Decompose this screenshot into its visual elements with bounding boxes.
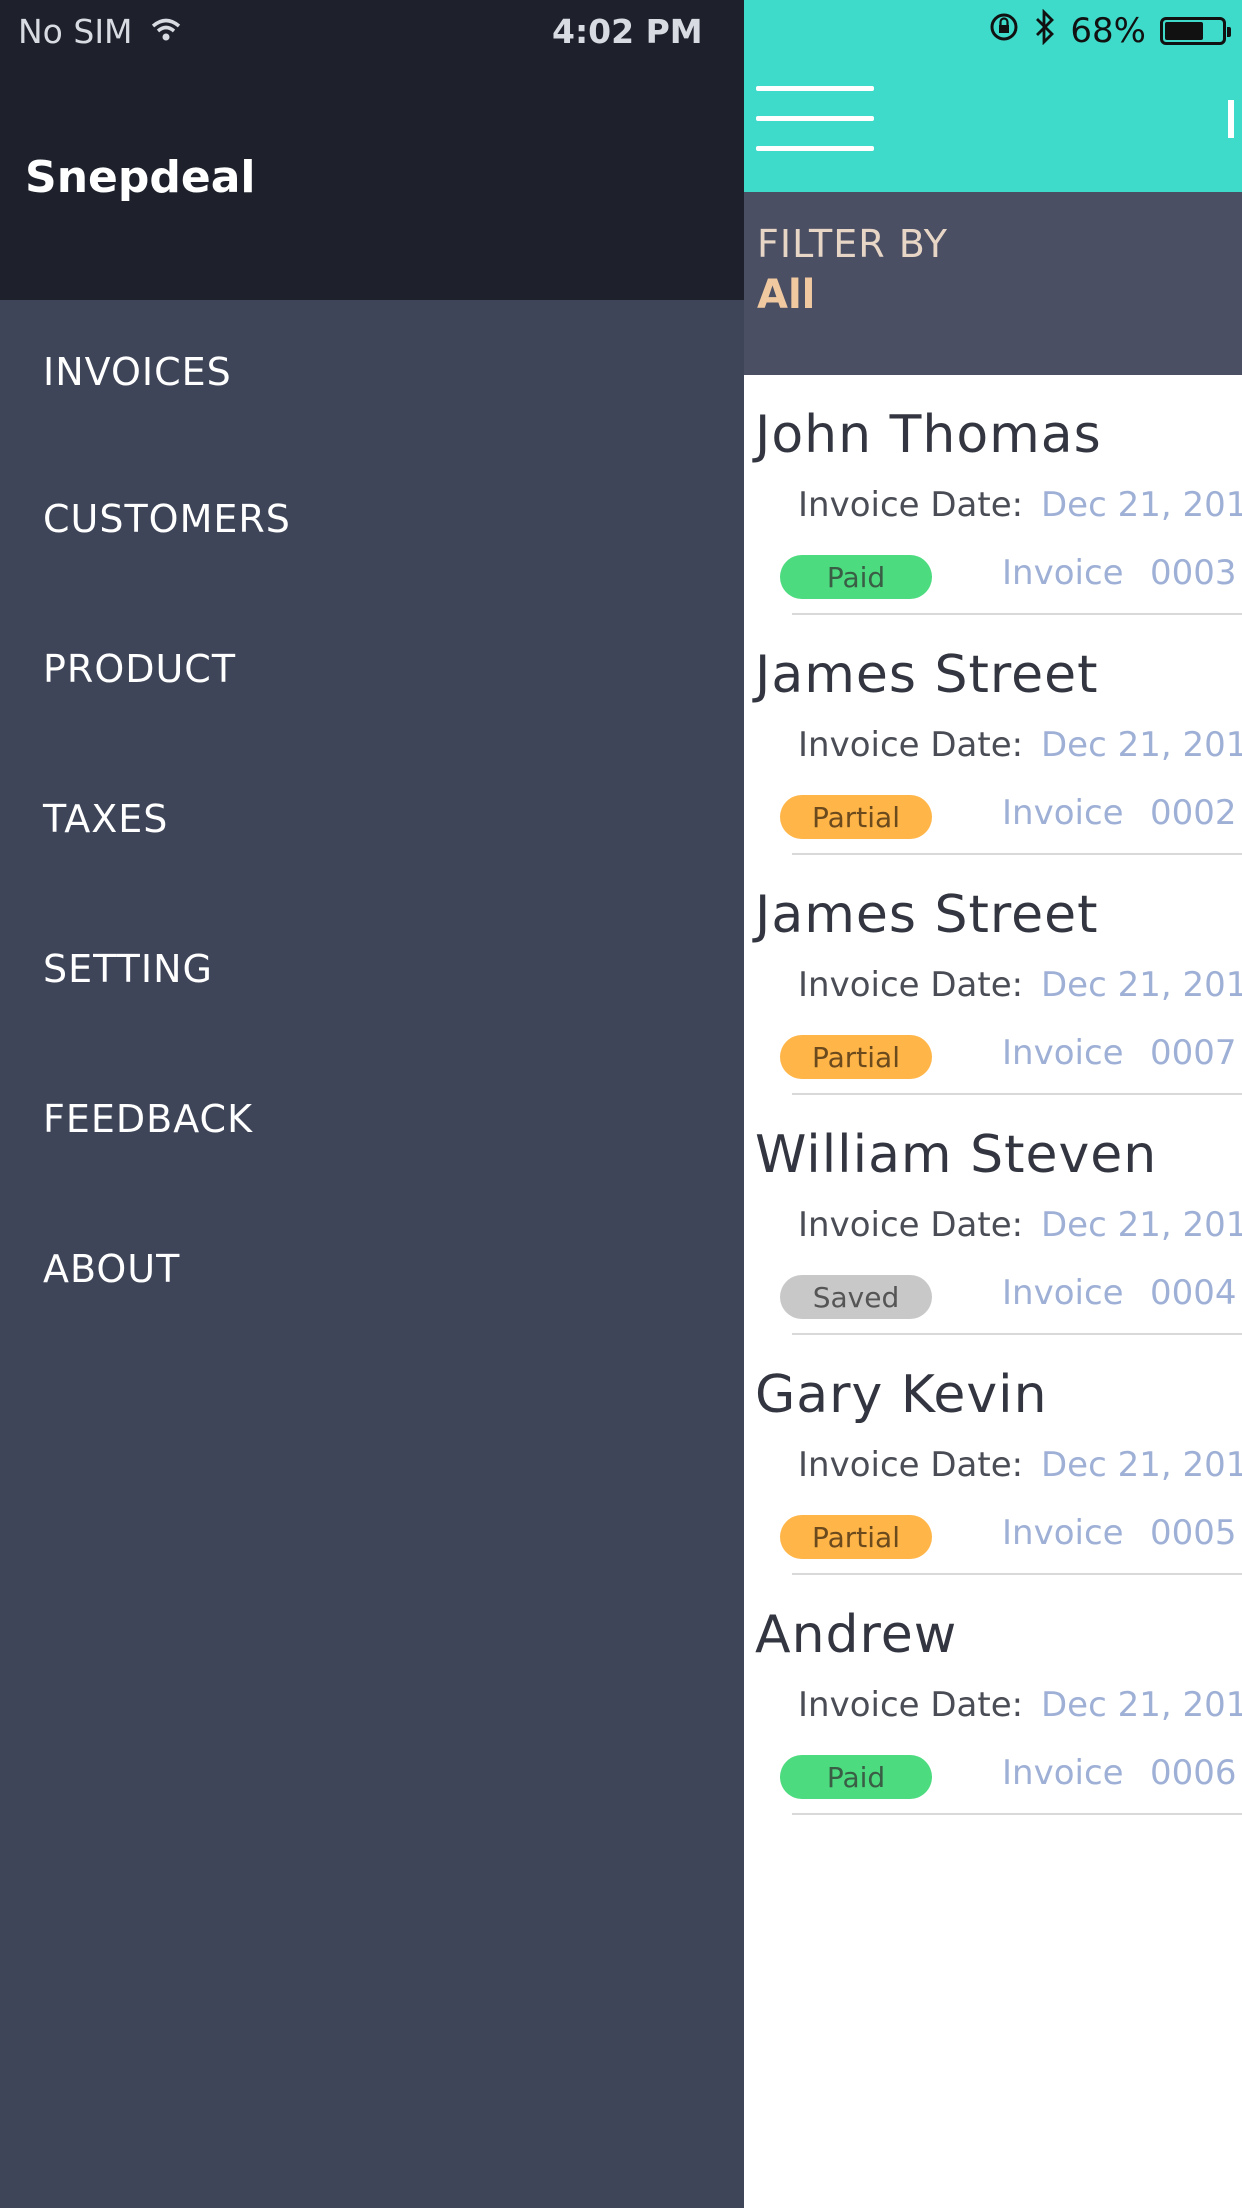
- customer-name: James Street: [755, 645, 1099, 705]
- battery-level-fill: [1165, 22, 1203, 40]
- invoice-date-label: Invoice Date:: [798, 725, 1024, 765]
- invoice-date: Dec 21, 2016: [1041, 1445, 1242, 1485]
- drawer-item-feedback[interactable]: FEEDBACK: [0, 1044, 744, 1194]
- status-badge: Paid: [780, 555, 932, 599]
- drawer-item-setting[interactable]: SETTING: [0, 894, 744, 1044]
- invoice-number-label: Invoice: [1002, 1033, 1124, 1073]
- invoice-date: Dec 21, 2016: [1041, 725, 1242, 765]
- invoice-row[interactable]: James Street Invoice Date: Dec 21, 2016 …: [744, 855, 1242, 1095]
- invoice-row[interactable]: Andrew Invoice Date: Dec 21, 2016 Paid I…: [744, 1575, 1242, 1815]
- status-bar-left: No SIM: [18, 10, 181, 52]
- filter-label: FILTER BY: [757, 222, 948, 266]
- invoice-list: John Thomas Invoice Date: Dec 21, 2016 P…: [744, 375, 1242, 1815]
- invoice-number: 0002: [1150, 793, 1237, 833]
- invoice-number: 0003: [1150, 553, 1237, 593]
- invoice-row[interactable]: William Steven Invoice Date: Dec 21, 201…: [744, 1095, 1242, 1335]
- status-badge: Partial: [780, 1035, 932, 1079]
- drawer-item-taxes[interactable]: TAXES: [0, 744, 744, 894]
- invoice-date: Dec 21, 2016: [1041, 965, 1242, 1005]
- invoice-row[interactable]: John Thomas Invoice Date: Dec 21, 2016 P…: [744, 375, 1242, 615]
- invoice-number-label: Invoice: [1002, 1513, 1124, 1553]
- customer-name: James Street: [755, 885, 1099, 945]
- customer-name: William Steven: [755, 1125, 1158, 1185]
- status-badge: Partial: [780, 795, 932, 839]
- invoice-number: 0004: [1150, 1273, 1237, 1313]
- filter-selector[interactable]: FILTER BY All: [744, 192, 1242, 375]
- status-time: 4:02 PM: [552, 11, 703, 51]
- customer-name: Andrew: [755, 1605, 958, 1665]
- invoice-date: Dec 21, 2016: [1041, 485, 1242, 525]
- status-badge: Paid: [780, 1755, 932, 1799]
- navigation-drawer: Snepdeal INVOICES CUSTOMERS PRODUCT TAXE…: [0, 0, 744, 2208]
- status-badge: Partial: [780, 1515, 932, 1559]
- hamburger-menu-icon[interactable]: [756, 80, 874, 160]
- main-panel: FILTER BY All John Thomas Invoice Date: …: [744, 0, 1242, 2208]
- invoice-date: Dec 21, 2016: [1041, 1205, 1242, 1245]
- invoice-date-label: Invoice Date:: [798, 1205, 1024, 1245]
- title-fragment: [1228, 100, 1234, 138]
- invoice-number-label: Invoice: [1002, 1753, 1124, 1793]
- invoice-date-label: Invoice Date:: [798, 1685, 1024, 1725]
- invoice-date: Dec 21, 2016: [1041, 1685, 1242, 1725]
- invoice-number-label: Invoice: [1002, 793, 1124, 833]
- battery-icon: [1160, 17, 1231, 45]
- bluetooth-icon: [1034, 8, 1056, 54]
- invoice-number-label: Invoice: [1002, 553, 1124, 593]
- drawer-item-product[interactable]: PRODUCT: [0, 594, 744, 744]
- drawer-item-customers[interactable]: CUSTOMERS: [0, 444, 744, 594]
- invoice-row[interactable]: Gary Kevin Invoice Date: Dec 21, 2016 Pa…: [744, 1335, 1242, 1575]
- invoice-date-label: Invoice Date:: [798, 485, 1024, 525]
- drawer-menu: INVOICES CUSTOMERS PRODUCT TAXES SETTING…: [0, 300, 744, 1344]
- status-bar-right: 68%: [988, 8, 1231, 54]
- status-badge: Saved: [780, 1275, 932, 1319]
- invoice-number-label: Invoice: [1002, 1273, 1124, 1313]
- invoice-number: 0005: [1150, 1513, 1237, 1553]
- invoice-date-label: Invoice Date:: [798, 1445, 1024, 1485]
- customer-name: John Thomas: [755, 405, 1102, 465]
- invoice-row[interactable]: James Street Invoice Date: Dec 21, 2016 …: [744, 615, 1242, 855]
- row-divider: [792, 1813, 1242, 1815]
- invoice-number: 0006: [1150, 1753, 1237, 1793]
- wifi-icon: [151, 12, 181, 51]
- filter-value: All: [757, 272, 816, 318]
- drawer-item-invoices[interactable]: INVOICES: [0, 300, 744, 444]
- invoice-number: 0007: [1150, 1033, 1237, 1073]
- rotation-lock-icon: [988, 11, 1020, 52]
- customer-name: Gary Kevin: [755, 1365, 1048, 1425]
- battery-percentage: 68%: [1070, 11, 1146, 51]
- app-brand: Snepdeal: [25, 152, 256, 203]
- drawer-item-about[interactable]: ABOUT: [0, 1194, 744, 1344]
- carrier-label: No SIM: [18, 11, 133, 51]
- invoice-date-label: Invoice Date:: [798, 965, 1024, 1005]
